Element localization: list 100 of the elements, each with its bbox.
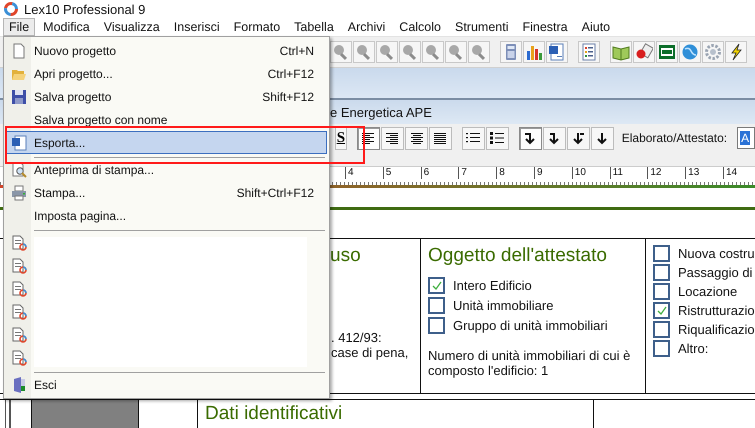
checkbox-label: Unità immobiliare [453,298,554,313]
ruler-number: 5 [382,167,421,179]
ruler-number: 14 [722,167,755,179]
justify-button[interactable] [428,126,452,150]
menu-bar-item[interactable]: Finestra [516,18,574,36]
arrow-down-icon [523,131,538,145]
window-title: Lex10 Professional 9 [24,2,146,16]
checkbox-label: Nuova costru [678,246,755,261]
magnifier-icon[interactable] [445,41,467,63]
tab-stop-button[interactable] [542,126,566,150]
document-window-title: e Energetica APE [330,104,432,120]
align-center-button[interactable] [404,126,428,150]
menu-bar-item[interactable]: Aiuto [576,18,616,36]
recent-document-icon[interactable] [11,327,27,343]
checklist-icon[interactable] [578,41,600,63]
checkbox[interactable] [428,297,445,314]
checkbox-label: Intero Edificio [453,278,532,293]
ruler-number: 11 [610,167,648,179]
checkbox[interactable] [653,321,670,338]
menu-bar-item[interactable]: Formato [228,18,286,36]
checkbox-label: Altro: [678,341,708,356]
menu-item[interactable]: Salva progetto Shift+F12 [6,85,327,108]
ruler-number: 10 [572,167,610,179]
arrow-down-icon [571,131,586,145]
checkbox[interactable] [653,340,670,357]
section-heading: Dati identificativi [205,403,342,424]
justify-icon [432,131,448,145]
magnifier-icon[interactable] [330,41,352,63]
body-text: . 412/93: [331,330,383,345]
checkbox[interactable] [653,302,670,319]
magnifier-icon[interactable] [468,41,490,63]
globe-icon[interactable] [679,41,701,63]
menu-bar-item[interactable]: Tabella [288,18,340,36]
menu-item[interactable]: Salva progetto con nome [6,108,327,131]
numbered-list-button[interactable] [462,126,485,150]
book-icon[interactable] [610,41,632,63]
checkbox[interactable] [428,277,445,294]
calculator-icon[interactable] [500,41,522,63]
recent-document-icon[interactable] [11,258,27,274]
menu-item[interactable]: Imposta pagina... [6,204,327,227]
section-heading: uso [330,244,362,267]
checkbox-label: Locazione [678,284,738,299]
menu-bar-item[interactable]: Strumenti [448,18,514,36]
menu-bar-item[interactable]: Modifica [37,18,96,36]
checkmark-icon [656,304,668,316]
ruler-number: 12 [647,167,686,179]
recent-document-icon[interactable] [11,304,27,320]
ruler-number: 7 [458,167,496,179]
blank-page-icon [11,43,27,59]
app-logo-icon [4,2,18,16]
magnifier-icon[interactable] [399,41,421,63]
menu-item[interactable]: Esci [6,373,327,396]
checkbox-label: Riqualificazio [678,322,755,337]
menu-bar-item[interactable]: Inserisci [168,18,226,36]
magnifier-icon[interactable] [353,41,375,63]
menu-bar-item[interactable]: Archivi [342,18,392,36]
bar-chart-icon[interactable] [523,41,545,63]
body-text: case di pena, [331,345,410,360]
section-heading: Oggetto dell'attestato [428,245,608,267]
bullet-list-icon [489,131,506,145]
underline-button[interactable]: S [335,126,347,150]
recent-document-icon[interactable] [11,350,27,366]
magnifier-icon[interactable] [422,41,444,63]
document-icon [11,135,27,151]
bullet-list-button[interactable] [486,126,509,150]
document-type-field[interactable]: A [737,127,755,149]
seal-icon[interactable] [633,41,655,63]
checkbox[interactable] [653,245,670,262]
door-icon [11,377,27,393]
align-right-icon [384,131,400,145]
menu-item[interactable]: Stampa... Shift+Ctrl+F12 [6,181,327,204]
ruler-number: 13 [685,167,723,179]
menu-item[interactable]: Esporta... [6,131,327,154]
menu-bar-item[interactable]: Visualizza [98,18,166,36]
lightning-icon[interactable] [725,41,747,63]
checkbox[interactable] [653,283,670,300]
ruler-number: 6 [420,167,458,179]
magnifier-icon[interactable] [376,41,398,63]
tab-stop-button[interactable] [590,126,614,150]
align-center-icon [408,131,424,145]
align-right-button[interactable] [380,126,404,150]
checkbox[interactable] [428,317,445,334]
field-label: Elaborato/Attestato: [622,131,728,145]
checkbox[interactable] [653,264,670,281]
arrow-down-icon [595,131,610,145]
ruler-number: 8 [496,167,534,179]
checkbox-label: Gruppo di unità immobiliari [453,318,608,333]
gt-sign-icon[interactable] [656,41,678,63]
menu-bar-item[interactable]: File [3,18,36,36]
document-icon[interactable] [546,41,568,63]
ruler-number: 9 [534,167,572,179]
menu-item[interactable]: Apri progetto... Ctrl+F12 [6,62,327,85]
recent-document-icon[interactable] [11,281,27,297]
ruler-number: 4 [345,167,383,179]
tab-stop-button[interactable] [566,126,590,150]
menu-bar-item[interactable]: Calcolo [393,18,447,36]
body-text: Numero di unità immobiliari di cui è composto l'edificio: 1 [428,348,632,378]
recent-document-icon[interactable] [11,235,27,251]
printer-icon [11,185,27,201]
tab-stop-button[interactable] [518,126,542,150]
